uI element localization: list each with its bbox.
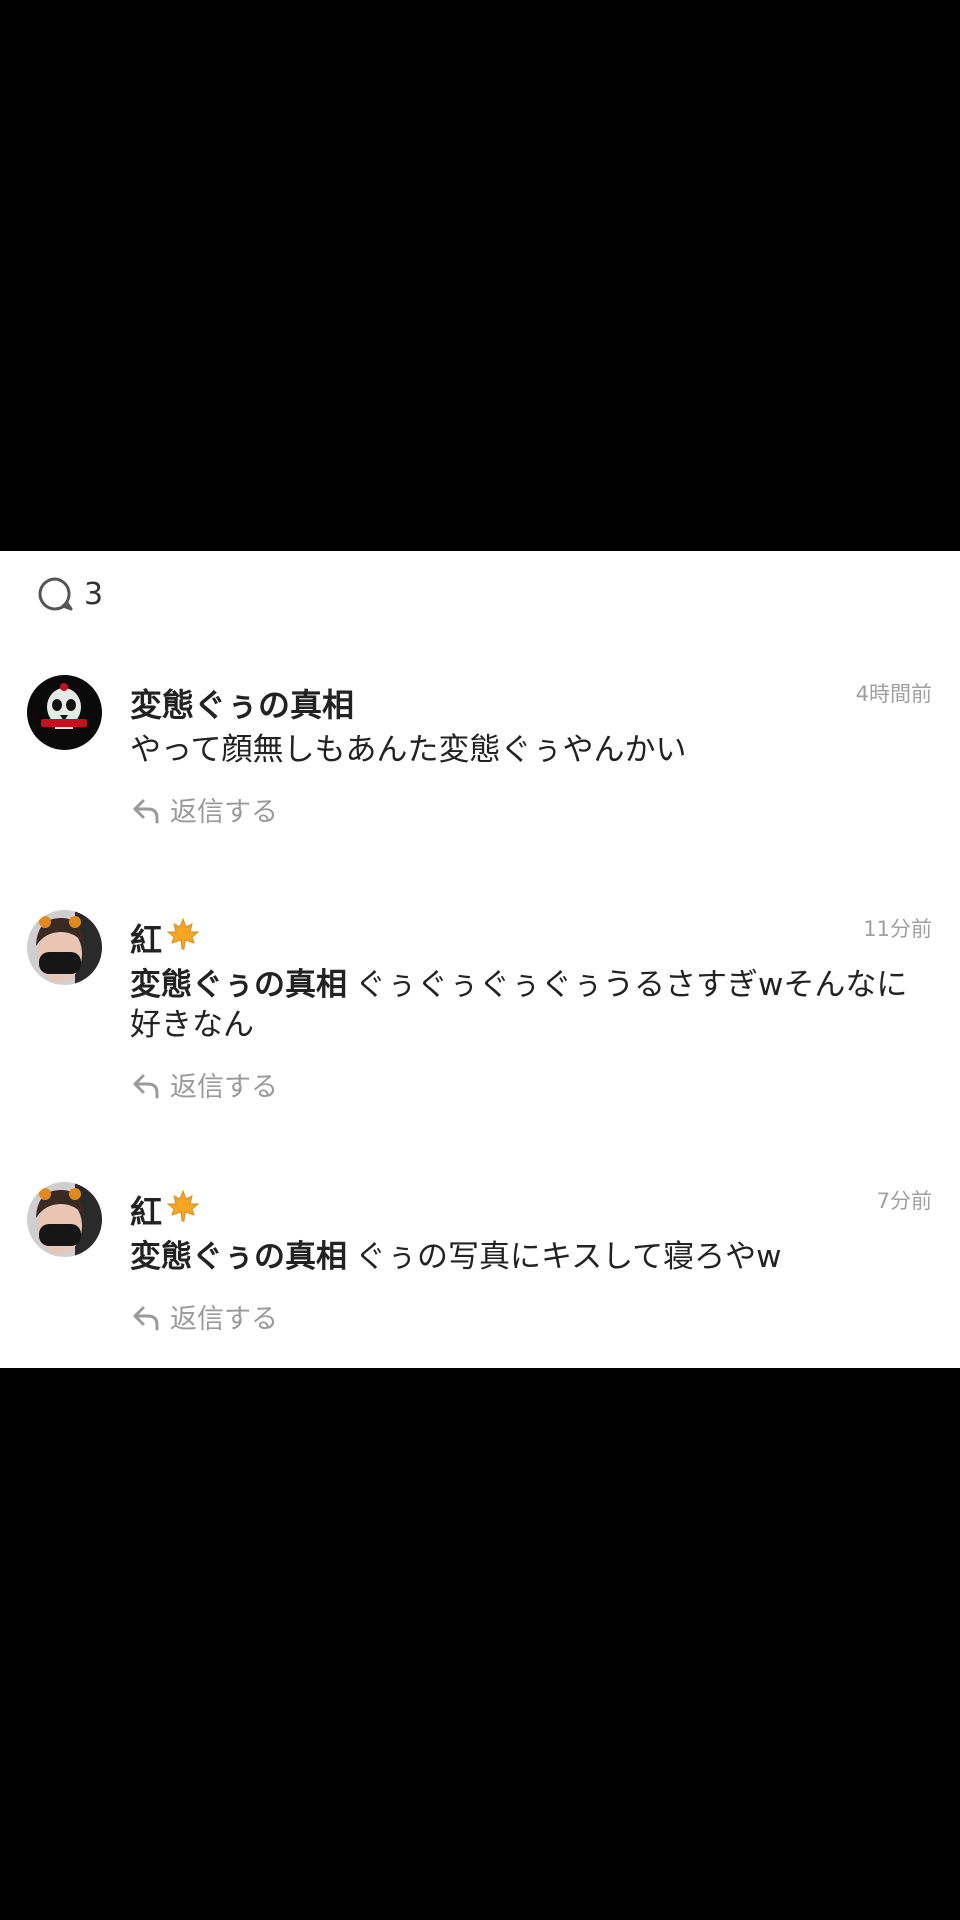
reply-arrow-icon (130, 1069, 162, 1101)
reply-arrow-icon (130, 794, 162, 826)
mention-username[interactable]: 変態ぐぅの真相 (130, 967, 347, 1003)
top-letterbox (0, 0, 960, 551)
username-text: 紅 (130, 921, 163, 959)
reply-label: 返信する (170, 1072, 278, 1103)
reply-arrow-icon (130, 1301, 162, 1333)
comment-text: 変態ぐぅの真相 ぐぅぐぅぐぅぐぅうるさすぎwそんなに好きなん (130, 965, 920, 1045)
comments-panel: 3 変態ぐぅの真相 4時間前 やって顔無しもあんた変態ぐぅやんかい 返信する 紅… (0, 551, 960, 1368)
maple-leaf-icon (166, 917, 200, 959)
reply-label: 返信する (170, 1304, 278, 1335)
username[interactable]: 紅 (130, 915, 200, 961)
comment-text: やって顔無しもあんた変態ぐぅやんかい (130, 730, 920, 770)
timestamp: 7分前 (876, 1189, 932, 1213)
mention-username[interactable]: 変態ぐぅの真相 (130, 1239, 347, 1275)
reply-button[interactable]: 返信する (130, 1065, 278, 1104)
username[interactable]: 紅 (130, 1187, 200, 1233)
comment-body: ぐぅの写真にキスして寝ろやw (355, 1239, 782, 1275)
reply-button[interactable]: 返信する (130, 1297, 278, 1336)
username-text: 変態ぐぅの真相 (130, 686, 355, 724)
timestamp: 11分前 (863, 917, 932, 941)
comment-count-value: 3 (84, 576, 104, 612)
comment-text: 変態ぐぅの真相 ぐぅの写真にキスして寝ろやw (130, 1237, 920, 1277)
reply-button[interactable]: 返信する (130, 790, 278, 829)
bottom-letterbox (0, 1368, 960, 1920)
comment-bubble-icon (36, 575, 74, 613)
username[interactable]: 変態ぐぅの真相 (130, 680, 354, 726)
maple-leaf-icon (166, 1189, 200, 1231)
reply-label: 返信する (170, 797, 278, 828)
timestamp: 4時間前 (855, 682, 932, 706)
username-text: 紅 (130, 1193, 163, 1231)
comment-count[interactable]: 3 (36, 569, 103, 619)
avatar[interactable] (27, 1182, 102, 1257)
avatar[interactable] (27, 910, 102, 985)
comment-body: やって顔無しもあんた変態ぐぅやんかい (130, 732, 687, 768)
avatar[interactable] (27, 675, 102, 750)
